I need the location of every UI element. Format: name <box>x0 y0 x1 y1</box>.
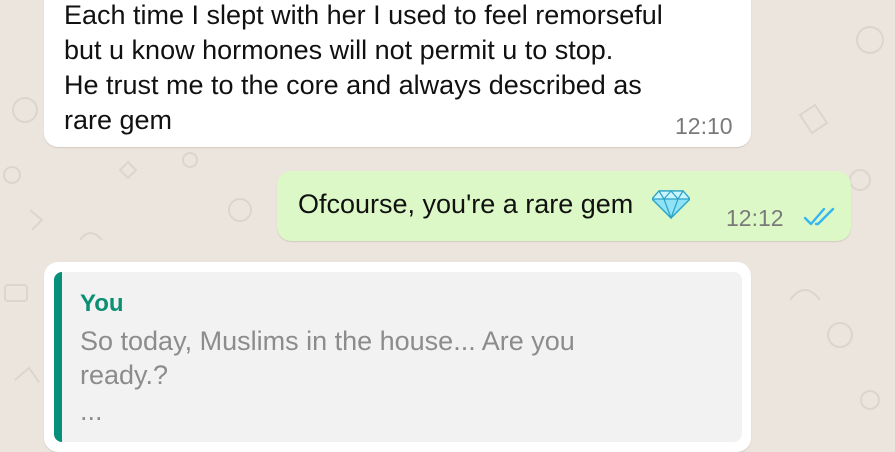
message-time: 12:10 <box>675 113 733 139</box>
quoted-text-continuation: ... <box>80 396 103 426</box>
message-text: Ofcourse, you're a rare gem <box>298 189 634 219</box>
quoted-author: You <box>80 290 124 317</box>
outgoing-message-bubble[interactable]: Ofcourse, you're a rare gem 12:12 <box>277 171 851 241</box>
incoming-message-bubble[interactable]: You So today, Muslims in the house... Ar… <box>44 262 751 452</box>
quoted-message[interactable]: You So today, Muslims in the house... Ar… <box>54 272 742 442</box>
incoming-message-bubble[interactable]: Each time I slept with her I used to fee… <box>44 0 751 147</box>
message-time: 12:12 <box>726 205 784 231</box>
read-double-tick-icon <box>803 207 835 226</box>
quoted-text: So today, Muslims in the house... Are yo… <box>80 326 575 390</box>
quote-accent-bar <box>54 272 62 442</box>
gem-stone-icon <box>652 190 690 219</box>
message-text: Each time I slept with her I used to fee… <box>64 0 663 135</box>
